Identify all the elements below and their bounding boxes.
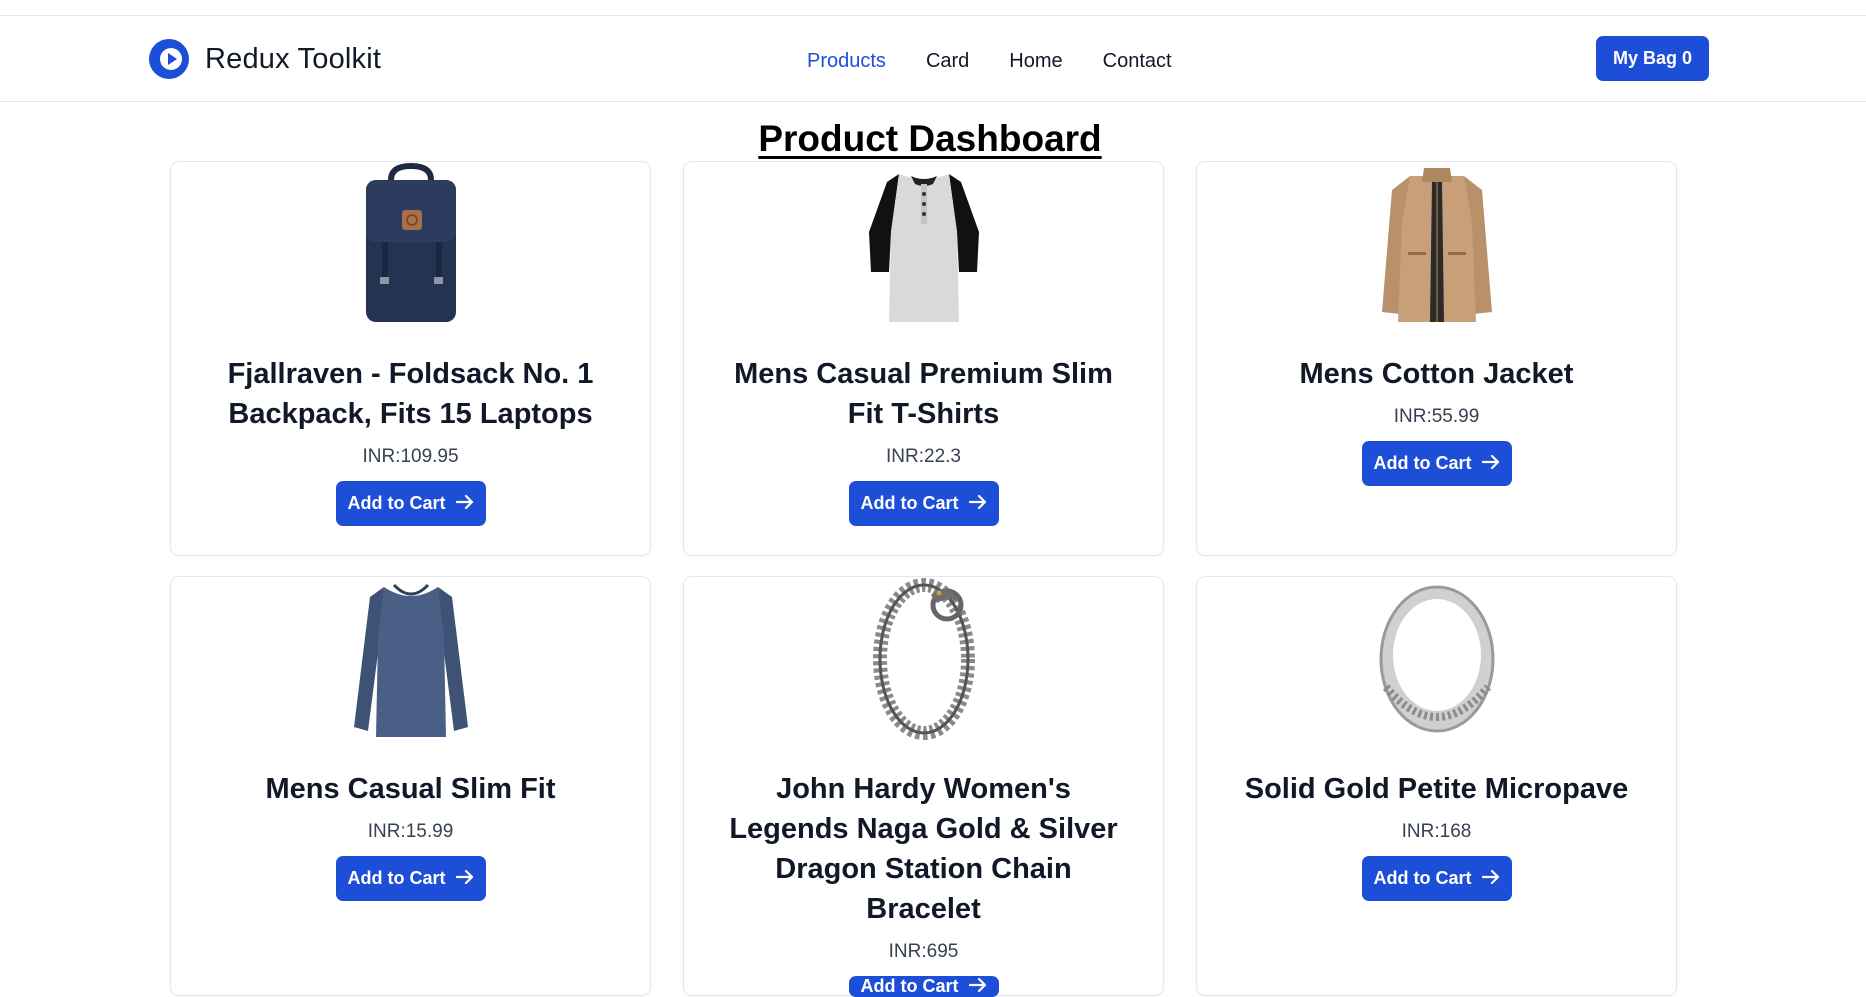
nav-card[interactable]: Card: [926, 50, 969, 73]
nav-home[interactable]: Home: [1009, 50, 1062, 73]
add-to-cart-button[interactable]: Add to Cart: [1361, 856, 1512, 901]
product-title: Mens Casual Premium Slim Fit T-Shirts: [734, 358, 1113, 430]
add-to-cart-button[interactable]: Add to Cart: [848, 976, 999, 997]
product-title: Solid Gold Petite Micropave: [1244, 773, 1629, 805]
product-card: Solid Gold Petite Micropave INR:168 Add …: [1196, 576, 1677, 996]
add-to-cart-button[interactable]: Add to Cart: [335, 856, 486, 901]
product-price: INR:168: [1401, 821, 1472, 842]
play-logo-icon: [149, 39, 189, 79]
product-title: Mens Cotton Jacket: [1299, 358, 1574, 390]
arrow-right-icon: [968, 493, 987, 514]
product-price: INR:55.99: [1393, 406, 1480, 427]
navbar: Redux Toolkit Products Card Home Contact…: [0, 16, 1866, 102]
bag-label: My Bag: [1612, 48, 1677, 68]
product-card: Mens Cotton Jacket INR:55.99 Add to Cart: [1196, 161, 1677, 556]
add-to-cart-button[interactable]: Add to Cart: [1361, 441, 1512, 486]
product-price: INR:109.95: [362, 446, 459, 467]
product-image-jacket: [1357, 162, 1517, 326]
page-title: Product Dashboard: [758, 118, 1102, 159]
product-card: Mens Casual Slim Fit INR:15.99 Add to Ca…: [170, 576, 651, 996]
arrow-right-icon: [968, 976, 987, 997]
add-to-cart-label: Add to Cart: [860, 493, 959, 513]
product-card: Mens Casual Premium Slim Fit T-Shirts IN…: [683, 161, 1164, 556]
product-card: John Hardy Women's Legends Naga Gold & S…: [683, 576, 1164, 997]
product-image-bracelet: [844, 577, 1004, 741]
product-price: INR:15.99: [367, 821, 454, 842]
bag-count: 0: [1682, 48, 1693, 68]
product-title: Mens Casual Slim Fit: [265, 773, 556, 805]
product-price: INR:22.3: [886, 446, 961, 467]
arrow-right-icon: [1481, 453, 1500, 474]
nav-contact[interactable]: Contact: [1103, 50, 1172, 73]
product-card: Fjallraven - Foldsack No. 1 Backpack, Fi…: [170, 161, 651, 556]
product-price: INR:695: [888, 941, 959, 962]
nav-products[interactable]: Products: [807, 50, 886, 73]
product-image-backpack: [331, 162, 491, 326]
add-to-cart-label: Add to Cart: [347, 493, 446, 513]
product-image-tshirt: [844, 162, 1004, 326]
product-title: John Hardy Women's Legends Naga Gold & S…: [729, 773, 1118, 925]
product-title: Fjallraven - Foldsack No. 1 Backpack, Fi…: [227, 358, 594, 430]
add-to-cart-label: Add to Cart: [1373, 868, 1472, 888]
product-image-long-sleeve: [331, 577, 491, 741]
add-to-cart-label: Add to Cart: [347, 868, 446, 888]
product-grid: Fjallraven - Foldsack No. 1 Backpack, Fi…: [170, 161, 1677, 997]
my-bag-button[interactable]: My Bag 0: [1596, 36, 1709, 81]
add-to-cart-button[interactable]: Add to Cart: [848, 481, 999, 526]
arrow-right-icon: [455, 493, 474, 514]
brand-name: Redux Toolkit: [205, 42, 382, 75]
brand-link[interactable]: Redux Toolkit: [149, 39, 381, 79]
arrow-right-icon: [1481, 868, 1500, 889]
add-to-cart-label: Add to Cart: [860, 976, 959, 996]
main-nav: Products Card Home Contact: [807, 46, 1172, 76]
arrow-right-icon: [455, 868, 474, 889]
add-to-cart-button[interactable]: Add to Cart: [335, 481, 486, 526]
add-to-cart-label: Add to Cart: [1373, 453, 1472, 473]
product-image-ring: [1357, 577, 1517, 741]
